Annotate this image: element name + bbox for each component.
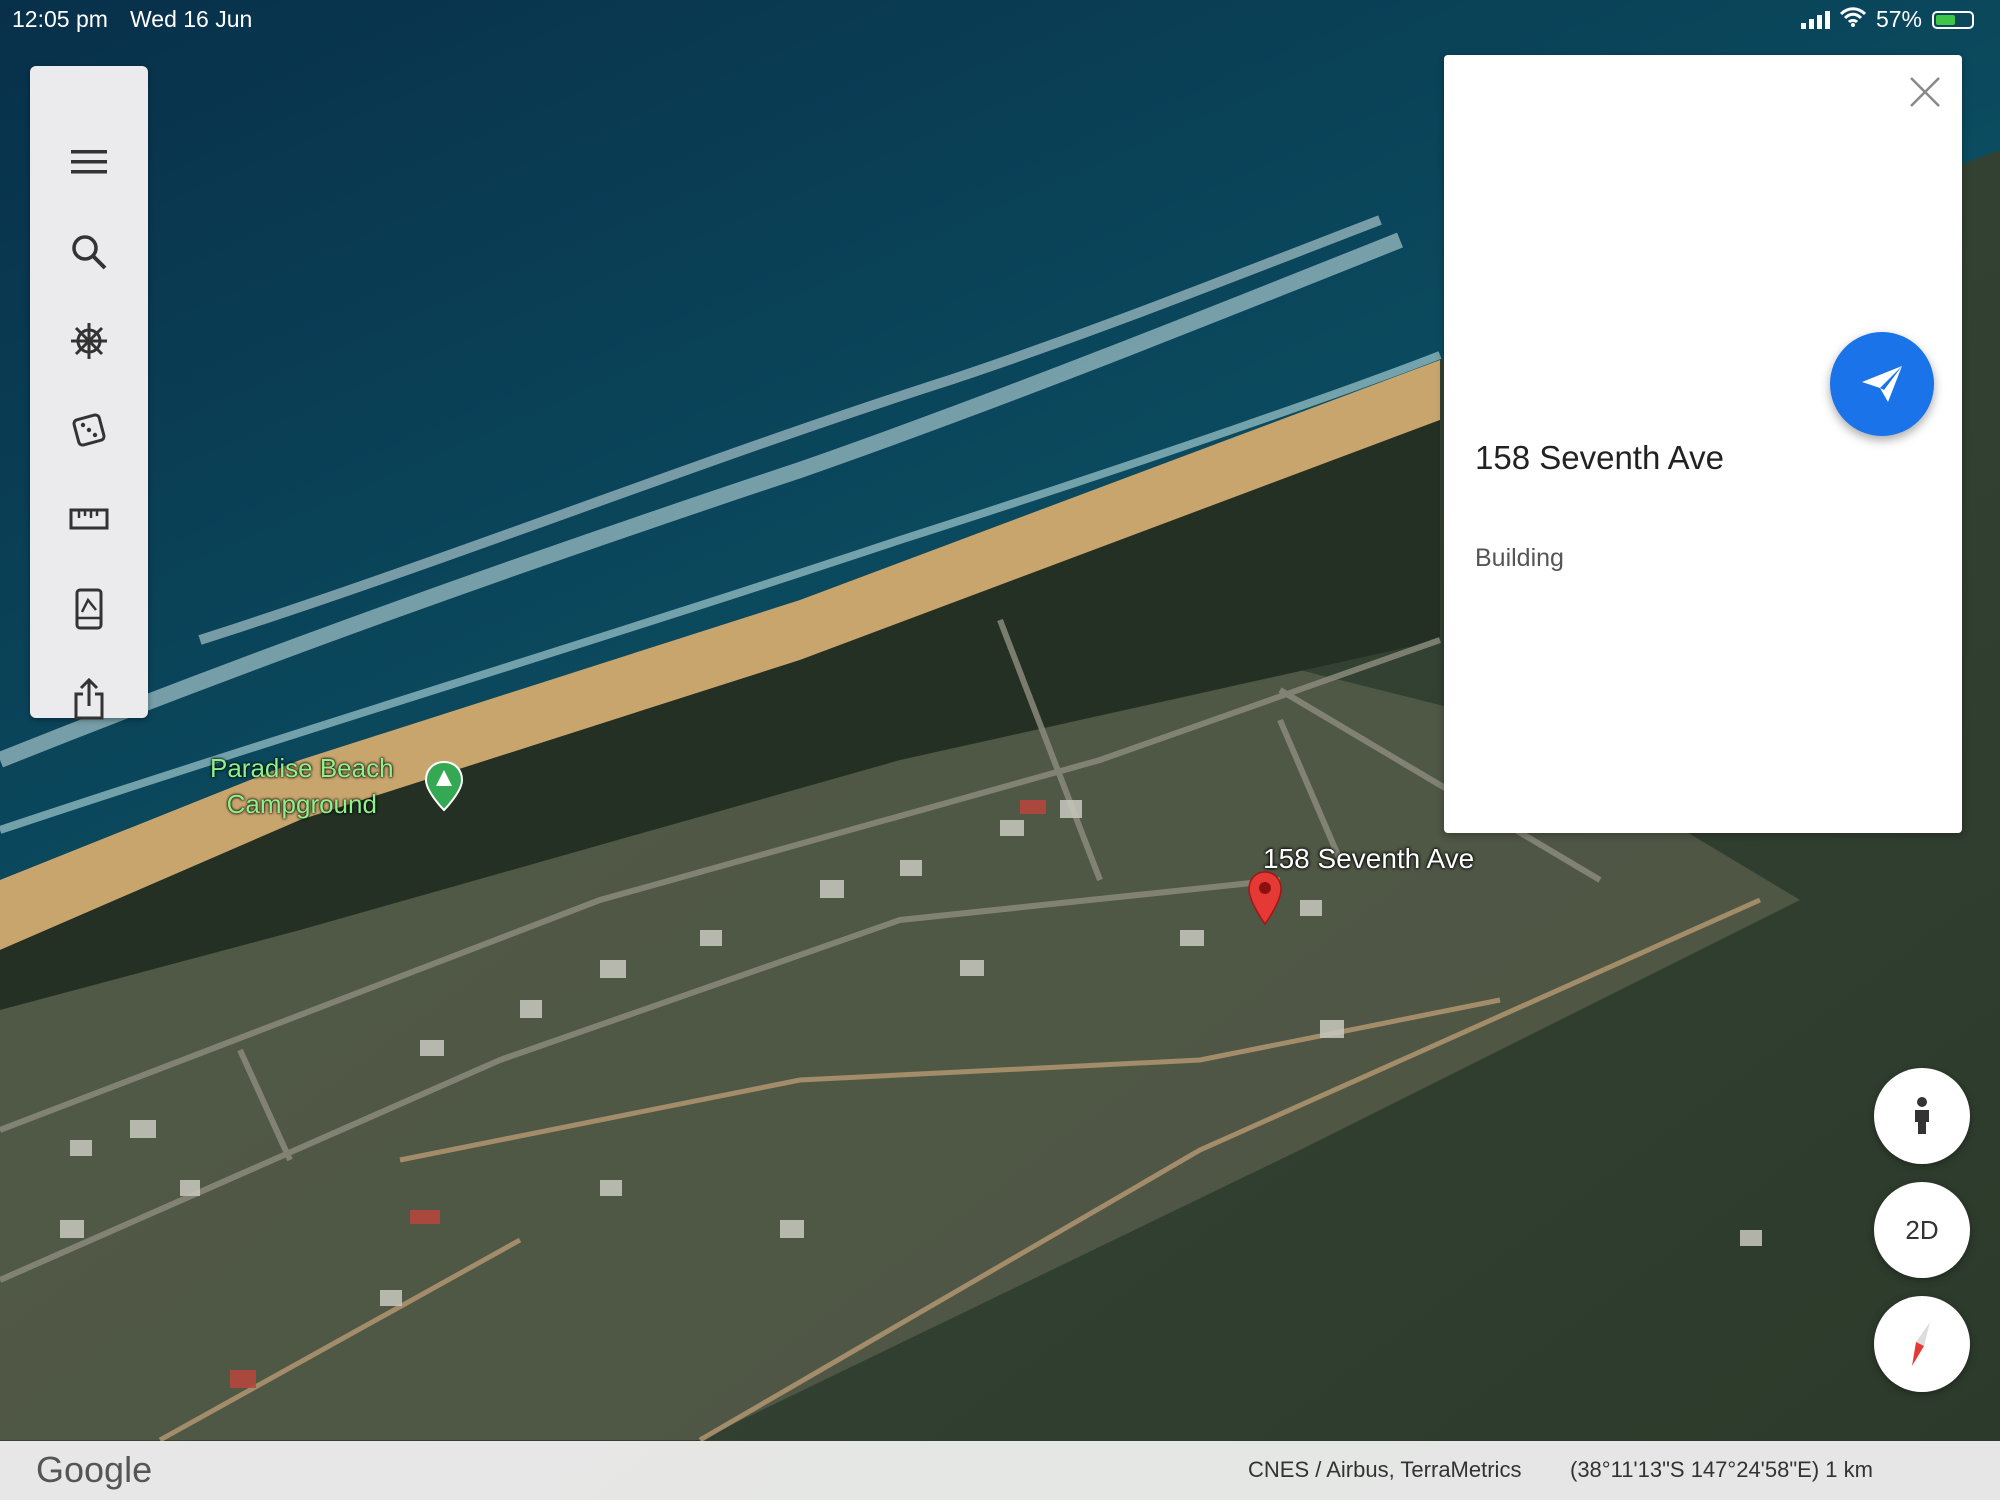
feeling-lucky-button[interactable] xyxy=(59,400,119,460)
view-mode-toggle[interactable]: 2D xyxy=(1874,1182,1970,1278)
imagery-attribution[interactable]: CNES / Airbus, TerraMetrics xyxy=(1248,1457,1521,1483)
close-button[interactable] xyxy=(1906,73,1944,111)
pin-label: 158 Seventh Ave xyxy=(1263,843,1475,874)
share-button[interactable] xyxy=(59,669,119,729)
google-logo: Google xyxy=(36,1449,153,1490)
wifi-icon xyxy=(1839,6,1867,33)
location-pin-icon[interactable] xyxy=(1247,870,1283,931)
paper-plane-icon xyxy=(1862,366,1902,402)
place-title: 158 Seventh Ave xyxy=(1475,439,1724,476)
compass-icon xyxy=(1912,1322,1930,1366)
search-icon xyxy=(72,235,107,270)
battery-icon xyxy=(1932,10,1974,29)
poi-label-line2: Campground xyxy=(226,789,377,819)
poi-label[interactable]: Paradise Beach Campground xyxy=(210,750,394,822)
poi-label-line1: Paradise Beach xyxy=(210,753,394,783)
map-style-button[interactable] xyxy=(59,579,119,639)
battery-percent: 57% xyxy=(1875,6,1922,32)
pegman-icon xyxy=(1915,1097,1929,1134)
close-icon xyxy=(1910,77,1940,107)
menu-button[interactable] xyxy=(59,132,119,192)
measure-button[interactable] xyxy=(59,489,119,549)
measure-icon xyxy=(69,508,109,530)
voyager-icon xyxy=(71,323,107,359)
directions-button[interactable] xyxy=(1830,332,1934,436)
menu-icon xyxy=(71,150,107,174)
map-style-icon xyxy=(75,588,103,630)
street-view-button[interactable] xyxy=(1874,1068,1970,1164)
status-indicators: 57% xyxy=(1800,6,1974,33)
status-bar: 12:05 pm Wed 16 Jun 57% xyxy=(0,0,2000,36)
cellular-signal-icon xyxy=(1800,10,1830,29)
place-type: Building xyxy=(1475,544,1564,572)
compass-button[interactable] xyxy=(1874,1296,1970,1392)
place-card: 158 Seventh Ave Building xyxy=(1444,55,1962,833)
voyager-button[interactable] xyxy=(59,311,119,371)
search-button[interactable] xyxy=(59,222,119,282)
bottom-bar: Google CNES / Airbus, TerraMetrics (38°1… xyxy=(0,1441,2000,1500)
status-date: Wed 16 Jun xyxy=(130,6,253,32)
campground-icon[interactable] xyxy=(424,760,464,817)
coordinates-scale: (38°11'13"S 147°24'58"E) 1 km xyxy=(1570,1457,1873,1482)
left-toolbar xyxy=(30,66,148,720)
feeling-lucky-icon xyxy=(72,413,106,447)
share-icon xyxy=(74,678,104,720)
status-time: 12:05 pm xyxy=(12,6,108,32)
